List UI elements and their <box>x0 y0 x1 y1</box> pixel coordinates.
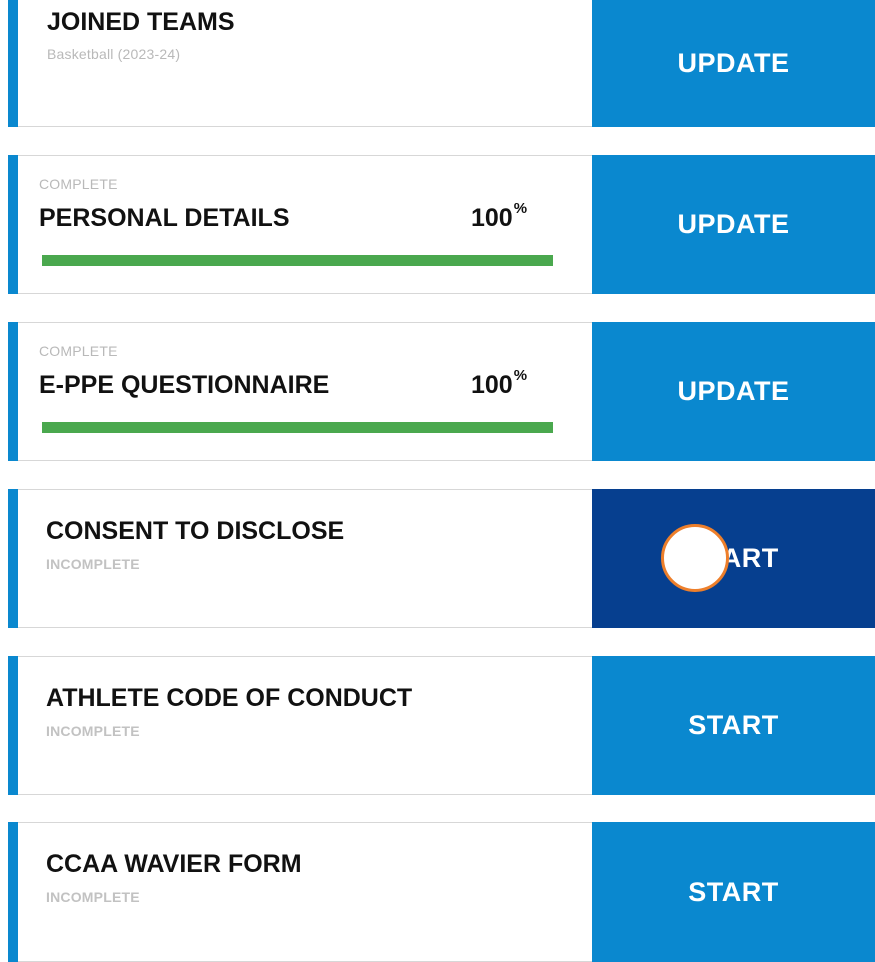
card-title: E-PPE QUESTIONNAIRE <box>39 371 330 399</box>
card-status: INCOMPLETE <box>46 889 140 905</box>
card-title: CCAA WAVIER FORM <box>46 850 302 878</box>
card-accent-stripe <box>8 322 18 461</box>
progress-percent-unit: % <box>513 367 528 384</box>
progress-bar <box>42 422 553 433</box>
progress-percent: 100% <box>471 367 527 400</box>
card-accent-stripe <box>8 656 18 795</box>
card-title: CONSENT TO DISCLOSE <box>46 517 345 545</box>
joined-teams-card: JOINED TEAMS Basketball (2023-24) UPDATE <box>8 0 875 127</box>
eppe-questionnaire-card: COMPLETE E-PPE QUESTIONNAIRE 100% UPDATE <box>8 322 875 461</box>
progress-bar-fill <box>42 422 553 433</box>
card-accent-stripe <box>8 489 18 628</box>
card-status: INCOMPLETE <box>46 556 140 572</box>
personal-details-card: COMPLETE PERSONAL DETAILS 100% UPDATE <box>8 155 875 294</box>
card-title: PERSONAL DETAILS <box>39 204 290 232</box>
joined-teams-update-button[interactable]: UPDATE <box>592 0 875 127</box>
consent-to-disclose-card: CONSENT TO DISCLOSE INCOMPLETE START <box>8 489 875 628</box>
personal-details-update-button[interactable]: UPDATE <box>592 155 875 294</box>
eppe-questionnaire-update-button[interactable]: UPDATE <box>592 322 875 461</box>
progress-bar-fill <box>42 255 553 266</box>
consent-to-disclose-start-button[interactable]: START <box>592 489 875 628</box>
card-title: ATHLETE CODE OF CONDUCT <box>46 684 413 712</box>
ccaa-wavier-form-start-button[interactable]: START <box>592 822 875 962</box>
card-status: COMPLETE <box>39 176 118 192</box>
athlete-code-of-conduct-card: ATHLETE CODE OF CONDUCT INCOMPLETE START <box>8 656 875 795</box>
progress-bar <box>42 255 553 266</box>
card-status: INCOMPLETE <box>46 723 140 739</box>
progress-percent-unit: % <box>513 200 528 217</box>
card-title: JOINED TEAMS <box>47 8 235 36</box>
ccaa-wavier-form-card: CCAA WAVIER FORM INCOMPLETE START <box>8 822 875 962</box>
athlete-code-of-conduct-start-button[interactable]: START <box>592 656 875 795</box>
card-subtitle: Basketball (2023-24) <box>47 46 181 62</box>
card-accent-stripe <box>8 822 18 962</box>
card-status: COMPLETE <box>39 343 118 359</box>
touch-indicator <box>661 524 729 592</box>
card-accent-stripe <box>8 155 18 294</box>
card-accent-stripe <box>8 0 18 127</box>
progress-percent: 100% <box>471 200 527 233</box>
progress-percent-value: 100 <box>471 204 513 232</box>
progress-percent-value: 100 <box>471 371 513 399</box>
